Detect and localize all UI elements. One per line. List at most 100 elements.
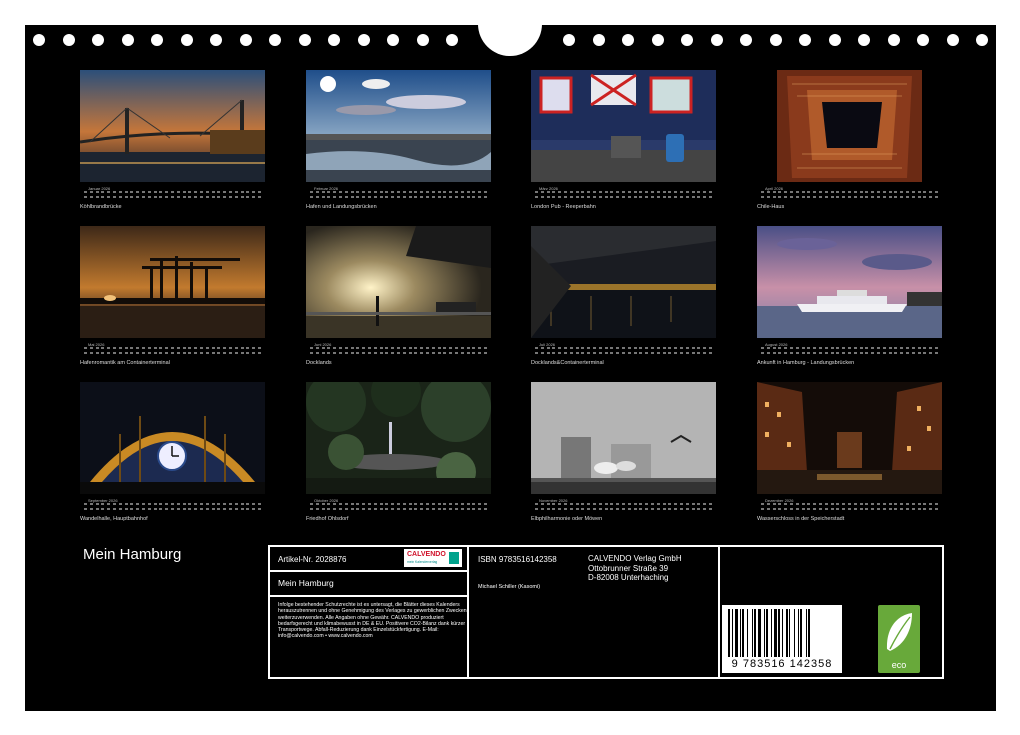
publisher-street: Ottobrunner Straße 39 — [588, 564, 669, 573]
day-tick — [142, 503, 145, 505]
day-tick — [362, 196, 366, 198]
day-tick — [402, 191, 406, 193]
day-tick — [761, 508, 764, 510]
day-tick — [795, 196, 799, 198]
day-tick — [455, 352, 458, 354]
day-tick — [455, 191, 458, 193]
day-tick — [165, 352, 169, 354]
day-tick — [593, 508, 596, 510]
day-tick — [362, 191, 366, 193]
day-tick — [761, 347, 764, 349]
day-grid — [306, 191, 491, 201]
eco-label: eco — [891, 660, 907, 670]
day-tick — [877, 352, 880, 354]
day-tick — [420, 347, 424, 349]
day-tick — [147, 503, 151, 505]
day-tick — [339, 508, 342, 510]
day-tick — [842, 352, 846, 354]
day-tick — [84, 503, 87, 505]
day-tick — [118, 508, 122, 510]
day-tick — [871, 196, 875, 198]
day-tick — [466, 196, 470, 198]
day-tick — [443, 352, 447, 354]
day-tick — [685, 196, 689, 198]
day-tick — [877, 191, 880, 193]
day-tick — [350, 347, 354, 349]
day-tick — [929, 508, 933, 510]
day-tick — [217, 196, 221, 198]
barcode-bar — [747, 609, 749, 657]
day-tick — [819, 352, 822, 354]
legal-text: Infolge bestehender Schutzrechte ist es … — [278, 602, 467, 640]
day-tick — [633, 503, 637, 505]
day-grid — [80, 347, 265, 357]
day-tick — [449, 191, 453, 193]
day-tick — [917, 347, 921, 349]
day-tick — [159, 347, 163, 349]
day-tick — [478, 196, 482, 198]
day-grid — [306, 347, 491, 357]
day-tick — [911, 503, 915, 505]
day-tick — [633, 347, 637, 349]
day-tick — [397, 503, 400, 505]
day-tick — [182, 352, 186, 354]
day-tick — [472, 347, 476, 349]
day-tick — [900, 347, 904, 349]
day-tick — [784, 191, 788, 193]
day-tick — [344, 191, 348, 193]
day-tick — [575, 191, 579, 193]
day-tick — [581, 347, 585, 349]
day-tick — [339, 347, 342, 349]
barcode-bar — [735, 609, 739, 657]
day-tick — [142, 191, 145, 193]
day-tick — [778, 191, 782, 193]
day-tick — [368, 508, 371, 510]
day-tick — [258, 347, 261, 349]
day-tick — [344, 503, 348, 505]
barcode-bar — [740, 609, 741, 657]
day-tick — [656, 508, 660, 510]
day-tick — [656, 191, 660, 193]
day-tick — [894, 196, 898, 198]
day-tick — [651, 196, 654, 198]
day-tick — [645, 352, 649, 354]
day-tick — [443, 508, 447, 510]
day-tick — [431, 196, 435, 198]
day-tick — [310, 503, 313, 505]
day-tick — [362, 503, 366, 505]
day-tick — [176, 347, 180, 349]
day-tick — [830, 196, 834, 198]
day-tick — [107, 352, 111, 354]
day-tick — [819, 196, 822, 198]
day-tick — [124, 352, 128, 354]
day-tick — [240, 347, 244, 349]
day-tick — [604, 352, 608, 354]
day-tick — [772, 508, 776, 510]
day-tick — [350, 352, 354, 354]
day-tick — [130, 503, 134, 505]
day-tick — [484, 191, 487, 193]
day-tick — [703, 503, 707, 505]
day-tick — [604, 196, 608, 198]
day-tick — [813, 347, 817, 349]
day-tick — [159, 352, 163, 354]
day-tick — [478, 191, 482, 193]
day-tick — [935, 196, 938, 198]
day-tick — [801, 196, 805, 198]
day-tick — [484, 503, 487, 505]
day-tick — [616, 191, 620, 193]
day-tick — [656, 196, 660, 198]
day-tick — [923, 347, 927, 349]
day-tick — [397, 352, 400, 354]
day-tick — [142, 352, 145, 354]
day-tick — [819, 508, 822, 510]
day-tick — [552, 508, 556, 510]
day-tick — [569, 196, 573, 198]
day-tick — [118, 503, 122, 505]
day-tick — [402, 196, 406, 198]
day-tick — [651, 191, 654, 193]
day-tick — [310, 191, 313, 193]
day-tick — [656, 347, 660, 349]
day-tick — [836, 191, 840, 193]
day-tick — [379, 503, 383, 505]
